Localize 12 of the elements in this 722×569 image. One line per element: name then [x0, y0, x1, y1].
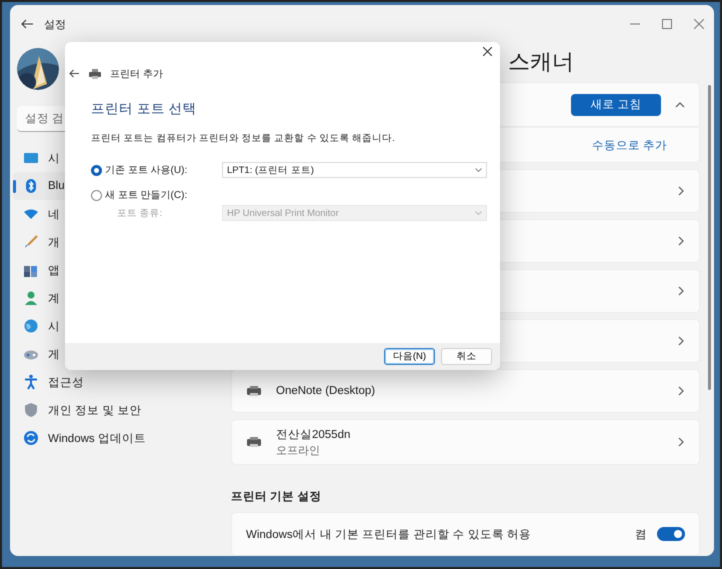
dialog-description: 프린터 포트는 컴퓨터가 프린터와 정보를 교환할 수 있도록 해줍니다.: [91, 132, 396, 145]
printer-name: OneNote (Desktop): [276, 385, 376, 397]
page-title: 스캐너: [508, 48, 574, 76]
port-type-label: 포트 종류:: [116, 206, 164, 220]
toggle-state: 켬: [635, 528, 647, 542]
dialog-heading: 프린터 포트 선택: [91, 100, 198, 118]
setting-label: Windows에서 내 기본 프린터를 관리할 수 있도록 허용: [246, 528, 532, 542]
dialog-title: 프린터 추가: [110, 68, 163, 80]
section-heading: 프린터 기본 설정: [231, 490, 322, 504]
window-title: 설정: [44, 18, 66, 32]
printer-name: 전산실2055dn: [276, 428, 350, 442]
printer-status: 오프라인: [276, 444, 321, 458]
